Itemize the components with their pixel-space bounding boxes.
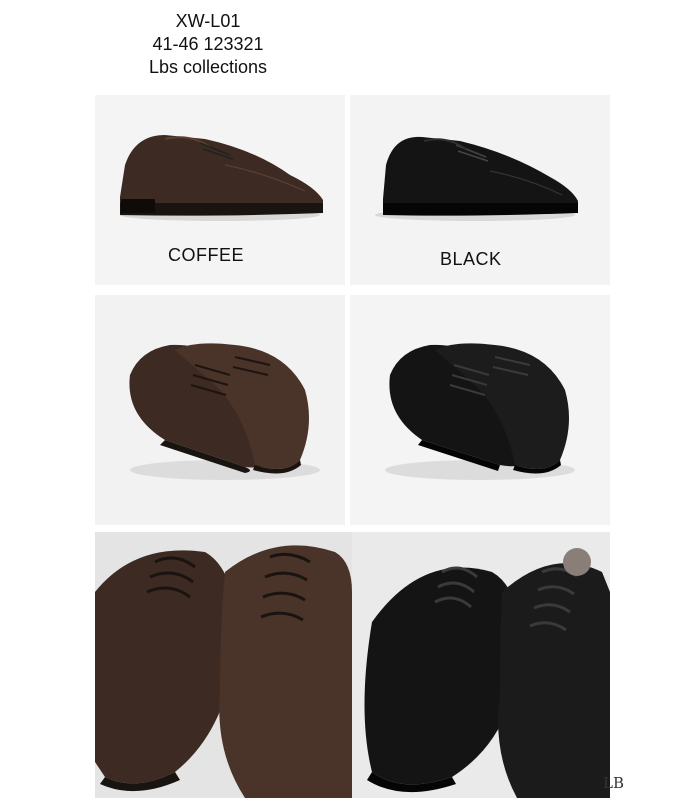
coffee-side-view-photo: COFFEE — [95, 95, 345, 285]
color-label-coffee: COFFEE — [168, 245, 245, 265]
brand-name: Lbs collections — [148, 57, 268, 77]
watermark-logo: LB — [603, 774, 624, 792]
black-pair-front-photo — [350, 295, 610, 525]
model-code: XW-L01 — [175, 11, 241, 31]
black-closeup-photo — [352, 532, 610, 798]
color-label-black: BLACK — [440, 249, 502, 269]
product-header: XW-L01 41-46 123321 Lbs collections — [118, 10, 298, 79]
black-side-view-photo: BLACK — [350, 95, 610, 285]
size-range-code: 41-46 123321 — [152, 34, 264, 54]
coffee-pair-front-photo — [95, 295, 345, 525]
coffee-closeup-photo — [95, 532, 352, 798]
